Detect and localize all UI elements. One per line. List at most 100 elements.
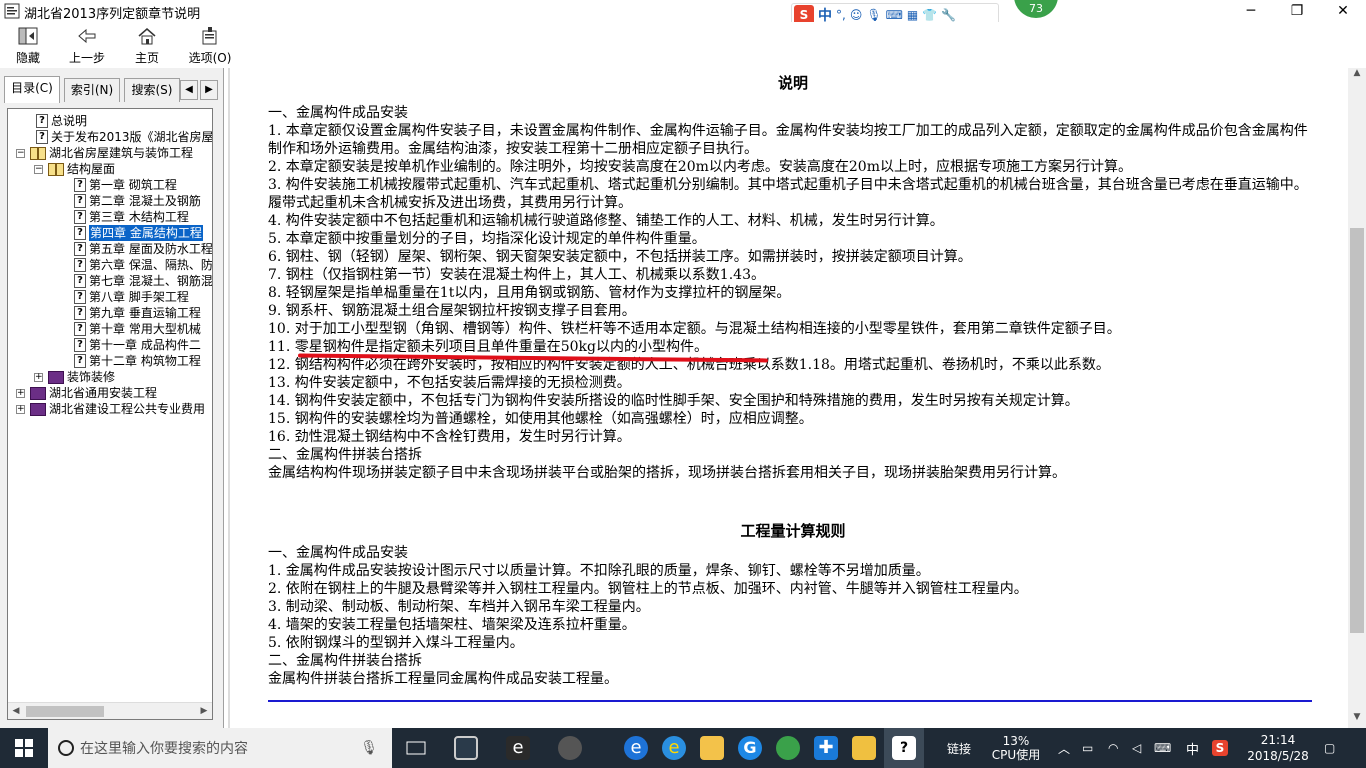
home-button[interactable]: 主页 [118,22,176,68]
doc-line-highlighted: 11. 零星钢构件是指定额未列项目且单件重量在50kg以内的小型构件。 [268,339,708,355]
tree-item-building[interactable]: − 湖北省房屋建筑与装饰工程 [16,145,193,161]
help-page-icon: ? [74,178,86,192]
collapse-icon[interactable]: − [16,148,25,158]
tree-item-chapter1[interactable]: ? 第一章 砌筑工程 [74,177,177,193]
tree-item-structure-roof[interactable]: − 结构屋面 [34,161,115,177]
collapse-icon[interactable]: − [34,164,43,174]
tree-item-chapter5[interactable]: ? 第五章 屋面及防水工程 [74,241,212,257]
notification-badge[interactable]: 73 [1014,0,1058,18]
wifi-icon[interactable]: ◠ [1108,728,1118,768]
links-toolbar[interactable]: 链接 [947,728,971,768]
clock[interactable]: 21:14 2018/5/28 [1242,728,1314,768]
close-button[interactable]: ✕ [1320,0,1366,22]
section-heading: 说明 [777,74,808,92]
sogou-tray-icon[interactable]: S [1212,728,1228,768]
tab-search[interactable]: 搜索(S) [124,78,180,102]
doc-line: 1. 金属构件成品安装按设计图示尺寸以质量计算。不扣除孔眼的质量，焊条、铆钉、螺… [268,563,930,579]
window-title: 湖北省2013序列定额章节说明 [24,7,201,22]
tree-item-chapter9[interactable]: ? 第九章 垂直运输工程 [74,305,201,321]
scroll-thumb[interactable] [1350,228,1364,633]
options-button[interactable]: 选项(O) [178,22,242,68]
emoji-icon[interactable]: ☺ [850,8,863,22]
tree-item-chapter3[interactable]: ? 第三章 木结构工程 [74,209,189,225]
minimize-button[interactable]: ─ [1228,0,1274,22]
keyboard-icon[interactable]: ⌨ [1154,728,1171,768]
tree-item-chapter4[interactable]: ? 第四章 金属结构工程 [74,225,203,241]
doc-line: 3. 构件安装施工机械按履带式起重机、汽车式起重机、塔式起重机分别编制。其中塔式… [268,177,1308,211]
tree-item-notice[interactable]: ? 关于发布2013版《湖北省房屋 [36,129,212,145]
cortana-icon [58,740,74,756]
clock-date: 2018/5/28 [1247,749,1309,763]
battery-icon[interactable]: ▭ [1082,728,1093,768]
expand-icon[interactable]: + [16,388,25,398]
tree-item-general[interactable]: ? 总说明 [36,113,87,129]
tree-item-decoration[interactable]: + 装饰装修 [34,369,115,385]
help-page-icon: ? [74,354,86,368]
doc-line: 14. 钢构件安装定额中，不包括专门为钢构件安装所搭设的临时性脚手架、安全围护和… [268,393,1079,409]
folder-icon[interactable] [694,728,730,768]
plus-app-icon[interactable]: ✚ [808,728,844,768]
browser-e-icon[interactable]: e [618,728,654,768]
tree-item-chapter6[interactable]: ? 第六章 保温、隔热、防 [74,257,212,273]
language-indicator[interactable]: 中 [1186,728,1199,768]
tree-item-installation[interactable]: + 湖北省通用安装工程 [16,385,157,401]
doc-line: 2. 本章定额安装是按单机作业编制的。除注明外，均按安装高度在20m以内考虑。安… [268,159,1132,175]
settings-app-icon[interactable] [552,728,588,768]
tree-item-chapter8[interactable]: ? 第八章 脚手架工程 [74,289,189,305]
contents-tree[interactable]: ? 总说明 ? 关于发布2013版《湖北省房屋 − 湖北省房屋建筑与装饰工程 − 结构屋… [7,108,213,720]
ie-icon[interactable]: e [656,728,692,768]
tree-item-public-fees[interactable]: + 湖北省建设工程公共专业费用 [16,401,205,417]
360-icon[interactable] [770,728,806,768]
tree-item-chapter10[interactable]: ? 第十章 常用大型机械 [74,321,201,337]
mic-icon[interactable]: 🎙 [360,740,378,756]
keyboard-icon[interactable]: ⌨ [886,8,903,22]
back-button[interactable]: 上一步 [58,22,116,68]
back-label: 上一步 [68,51,105,65]
closed-book-icon [48,370,64,384]
tree-item-chapter12[interactable]: ? 第十二章 构筑物工程 [74,353,201,369]
task-view-icon[interactable] [400,728,432,768]
expand-icon[interactable]: + [34,372,43,382]
doc-line: 5. 本章定额中按重量划分的子目，均指深化设计规定的单件构件重量。 [268,231,706,247]
notification-center-icon[interactable]: ▢ [1324,728,1335,768]
tree-item-chapter7[interactable]: ? 第七章 混凝土、钢筋混 [74,273,212,289]
tree-horizontal-scrollbar[interactable]: ◀ ▶ [8,702,212,719]
ime-punct[interactable]: °, [836,8,846,22]
help-page-icon: ? [36,114,48,128]
skin-icon[interactable]: 👕 [922,8,937,22]
doc-line: 4. 构件安装定额中不包括起重机和运输机械行驶道路修整、铺垫工作的人工、材料、机… [268,213,944,229]
g-app-icon[interactable]: G [732,728,768,768]
tab-scroll-right-icon[interactable]: ▶ [200,80,218,100]
apps-icon[interactable]: ▦ [907,8,918,22]
show-hidden-icons-icon[interactable]: ︿ [1058,728,1070,768]
help-viewer-taskbar-icon[interactable]: ? [884,728,924,768]
notepad-app-icon[interactable] [846,728,882,768]
windows-start-icon[interactable] [0,728,48,768]
edge-icon[interactable]: e [500,728,536,768]
volume-icon[interactable]: ◁ [1132,728,1141,768]
document-view[interactable]: 说明 一、金属构件成品安装 1. 本章定额仅设置金属构件安装子目，未设置金属构件… [228,68,1348,728]
cpu-label: CPU使用 [991,748,1041,762]
tree-item-chapter11[interactable]: ? 第十一章 成品构件二 [74,337,201,353]
back-arrow-icon [76,26,98,46]
pinwheel-app-icon[interactable] [448,728,484,768]
wrench-icon[interactable]: 🔧 [941,8,956,22]
tab-contents[interactable]: 目录(C) [4,76,60,103]
scroll-left-icon[interactable]: ◀ [8,703,24,719]
cpu-meter[interactable]: 13% CPU使用 [990,728,1042,768]
scroll-thumb[interactable] [26,706,104,717]
hide-label: 隐藏 [15,51,40,65]
tree-item-chapter2[interactable]: ? 第二章 混凝土及钢筋 [74,193,201,209]
taskbar-search-box[interactable]: 在这里输入你要搜索的内容 🎙 [48,728,392,768]
tab-index[interactable]: 索引(N) [64,78,120,102]
help-page-icon: ? [74,226,86,240]
document-vertical-scrollbar[interactable]: ▲ ▼ [1348,68,1366,728]
tab-scroll-left-icon[interactable]: ◀ [180,80,198,100]
scroll-up-icon[interactable]: ▲ [1348,68,1366,84]
hide-button[interactable]: 隐藏 [0,22,56,68]
maximize-button[interactable]: ❐ [1274,0,1320,22]
scroll-down-icon[interactable]: ▼ [1348,712,1366,728]
scroll-right-icon[interactable]: ▶ [196,703,212,719]
mic-icon[interactable]: 🎙 [866,8,881,22]
expand-icon[interactable]: + [16,404,25,414]
